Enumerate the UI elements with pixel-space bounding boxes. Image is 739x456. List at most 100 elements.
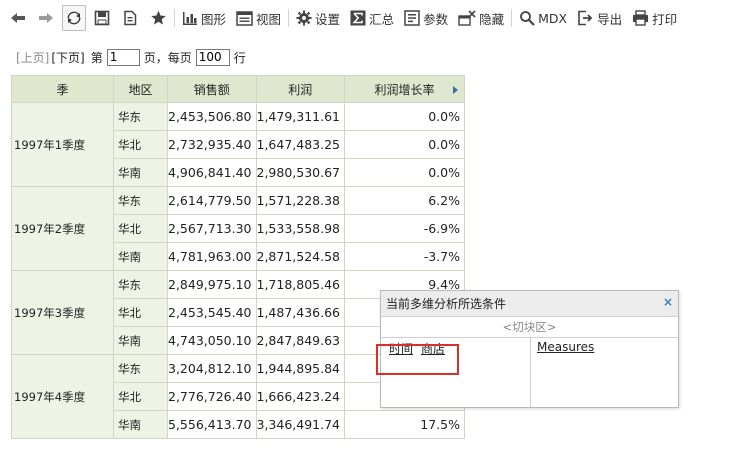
save-button[interactable] [90, 5, 114, 31]
region-cell: 华东 [113, 102, 168, 131]
save-as-button[interactable] [118, 5, 142, 31]
expand-right-icon[interactable] [453, 86, 458, 94]
conditions-popup: 当前多维分析所选条件 × <切块区> 时间 商店 Measures [380, 290, 679, 408]
prev-page-link[interactable]: [上页] [16, 49, 49, 66]
sales-cell: 5,556,413.70 [167, 410, 257, 439]
profit-cell: 1,533,558.98 [255, 214, 345, 243]
dimension-measures-link[interactable]: Measures [537, 340, 594, 354]
print-button[interactable]: 打印 [629, 5, 680, 31]
view-button[interactable]: 视图 [233, 5, 284, 31]
region-cell: 华北 [113, 214, 168, 243]
gear-icon [296, 10, 312, 26]
region-cell: 华南 [113, 410, 168, 439]
profit-cell: 1,479,311.61 [255, 102, 345, 131]
season-cell: 1997年3季度 [11, 270, 114, 355]
page-prefix-text: 第 [90, 50, 103, 65]
settings-button[interactable]: 设置 [293, 5, 343, 31]
pager: [上页] [下页] 第 页，每页 行 [16, 48, 246, 66]
page-size-input[interactable] [195, 48, 230, 66]
chart-label: 图形 [201, 11, 227, 27]
sales-cell: 2,567,713.30 [167, 214, 257, 243]
page-number-input[interactable] [106, 48, 140, 66]
growth-cell: -6.9% [344, 214, 465, 243]
profit-cell: 2,980,530.67 [255, 158, 345, 187]
arrow-left-icon [11, 13, 25, 23]
params-label: 参数 [423, 11, 449, 27]
rows-suffix-text: 行 [233, 50, 246, 65]
slicer-zone[interactable]: <切块区> [381, 317, 678, 338]
toolbar-divider [511, 9, 513, 27]
export-label: 导出 [597, 11, 623, 27]
profit-cell: 2,871,524.58 [255, 242, 345, 271]
growth-cell: 17.5% [344, 410, 465, 439]
toolbar-divider [174, 9, 175, 27]
table-row: 1997年2季度 华东 2,614,779.50 1,571,228.38 6.… [11, 186, 465, 271]
growth-cell: 0.0% [344, 130, 465, 159]
dimension-time-link[interactable]: 时间 [389, 340, 413, 357]
profit-cell: 1,718,805.46 [255, 270, 345, 299]
profit-cell: 1,487,436.66 [255, 298, 345, 327]
region-cell: 华南 [113, 326, 168, 355]
table-row: 1997年1季度 华东 2,453,506.80 1,479,311.61 0.… [11, 102, 465, 187]
forward-button[interactable] [34, 5, 58, 31]
next-page-link[interactable]: [下页] [51, 49, 84, 66]
popup-header: 当前多维分析所选条件 × [381, 291, 678, 317]
sales-cell: 2,776,726.40 [167, 382, 257, 411]
header-sales[interactable]: 销售额 [167, 75, 257, 103]
chart-button[interactable]: 图形 [179, 5, 229, 31]
hide-button[interactable]: 隐藏 [455, 5, 507, 31]
printer-icon [633, 10, 649, 26]
region-cell: 华东 [113, 354, 168, 383]
region-cell: 华南 [113, 158, 168, 187]
header-growth[interactable]: 利润增长率 [344, 75, 465, 103]
profit-cell: 1,666,423.24 [255, 382, 345, 411]
season-cell: 1997年1季度 [11, 102, 114, 187]
export-icon [578, 10, 593, 26]
sales-cell: 2,453,506.80 [167, 102, 257, 131]
refresh-button[interactable] [62, 5, 86, 31]
page-suffix-text: 页，每页 [143, 50, 192, 65]
print-label: 打印 [652, 11, 678, 27]
profit-cell: 1,944,895.84 [255, 354, 345, 383]
profit-cell: 1,571,228.38 [255, 186, 345, 215]
arrow-right-icon [39, 13, 53, 23]
region-cell: 华北 [113, 382, 168, 411]
sales-cell: 2,614,779.50 [167, 186, 257, 215]
header-season[interactable]: 季 [11, 75, 114, 103]
dimension-store-link[interactable]: 商店 [421, 340, 445, 357]
settings-label: 设置 [315, 11, 341, 27]
growth-cell: 0.0% [344, 102, 465, 131]
params-button[interactable]: 参数 [401, 5, 451, 31]
summary-label: 汇总 [369, 11, 395, 27]
mdx-button[interactable]: MDX [516, 5, 570, 31]
export-button[interactable]: 导出 [574, 5, 625, 31]
popup-title: 当前多维分析所选条件 [386, 297, 507, 311]
star-icon [150, 10, 166, 25]
favorite-button[interactable] [146, 5, 170, 31]
season-cell: 1997年2季度 [11, 186, 114, 271]
bar-chart-icon [183, 11, 197, 25]
growth-cell: 6.2% [344, 186, 465, 215]
row-dimensions-zone: 时间 商店 [381, 338, 531, 407]
region-cell: 华东 [113, 270, 168, 299]
column-dimensions-zone: Measures [531, 338, 678, 407]
close-icon[interactable]: × [662, 296, 674, 308]
header-profit[interactable]: 利润 [255, 75, 345, 103]
region-cell: 华北 [113, 130, 168, 159]
header-growth-label: 利润增长率 [374, 82, 435, 97]
region-cell: 华东 [113, 186, 168, 215]
mdx-label: MDX [538, 10, 568, 26]
sales-cell: 2,849,975.10 [167, 270, 257, 299]
growth-cell: 0.0% [344, 158, 465, 187]
profit-cell: 3,346,491.74 [255, 410, 345, 439]
search-icon [520, 11, 535, 26]
toolbar: 图形 视图 设置 汇总 参数 隐藏 MDX 导出 打印 [0, 0, 739, 36]
summary-button[interactable]: 汇总 [347, 5, 397, 31]
back-button[interactable] [6, 5, 30, 31]
header-region[interactable]: 地区 [113, 75, 168, 103]
sigma-icon [350, 10, 366, 26]
params-icon [404, 10, 420, 26]
popup-body: 时间 商店 Measures [381, 338, 678, 407]
save-as-icon [124, 10, 137, 26]
season-cell: 1997年4季度 [11, 354, 114, 439]
